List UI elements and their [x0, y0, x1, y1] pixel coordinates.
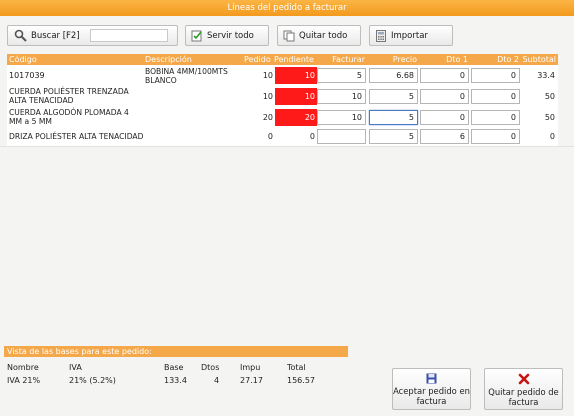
col-dto2[interactable]: Dto 2 [497, 54, 519, 65]
facturar-input[interactable] [317, 129, 366, 144]
cell-pedido: 10 [262, 71, 273, 80]
cell-pendiente: 0 [309, 132, 315, 141]
cell-descripcion: DRIZA POLIÉSTER ALTA TENACIDAD [9, 132, 144, 141]
document-check-icon [191, 30, 202, 41]
search-icon [14, 29, 27, 42]
search-input[interactable] [89, 29, 168, 42]
bases-col-base: Base [164, 363, 184, 372]
aceptar-pedido-label: Aceptar pedido en factura [393, 386, 470, 406]
table-row[interactable]: CUERDA POLIÉSTER TRENZADA ALTA TENACIDAD… [7, 87, 558, 107]
save-icon [426, 373, 437, 384]
dto2-input[interactable]: 0 [471, 89, 520, 104]
bases-col-impu: Impu [240, 363, 261, 372]
facturar-input[interactable]: 10 [317, 89, 366, 104]
col-codigo[interactable]: Código [9, 54, 37, 65]
cell-subtotal: 0 [549, 132, 555, 141]
table-header: Código Descripción Pedido Pendiente Fact… [7, 54, 558, 65]
aceptar-pedido-button[interactable]: Aceptar pedido en factura [392, 368, 471, 410]
dto2-input[interactable]: 0 [471, 110, 520, 125]
col-descripcion[interactable]: Descripción [145, 54, 192, 65]
precio-input[interactable]: 5 [369, 129, 418, 144]
importar-button[interactable]: Importar [369, 25, 453, 46]
facturar-input[interactable]: 10 [317, 110, 366, 125]
cell-pendiente: 10 [275, 88, 317, 105]
cell-pedido: 20 [262, 113, 273, 122]
dto2-input[interactable]: 0 [471, 129, 520, 144]
bases-iva: 21% (5.2%) [69, 376, 116, 385]
cell-descripcion: BOBINA 4MM/100MTS BLANCO [145, 67, 228, 85]
close-icon [518, 373, 529, 385]
bases-col-total: Total [287, 363, 306, 372]
bases-col-dtos: Dtos [201, 363, 220, 372]
col-facturar[interactable]: Facturar [332, 54, 365, 65]
order-lines-table: 1017039 BOBINA 4MM/100MTS BLANCO 10 10 5… [7, 65, 558, 146]
precio-input[interactable]: 5 [369, 89, 418, 104]
cell-descripcion: CUERDA ALGODÓN PLOMADA 4 MM a 5 MM [9, 108, 129, 126]
cell-pedido: 10 [262, 92, 273, 101]
cell-pedido: 0 [267, 132, 273, 141]
dto1-input[interactable]: 6 [420, 129, 469, 144]
quitar-pedido-button[interactable]: Quitar pedido de factura [484, 368, 563, 410]
servir-todo-label: Servir todo [207, 30, 254, 41]
precio-input[interactable]: 6.68 [369, 68, 418, 83]
quitar-todo-button[interactable]: Quitar todo [277, 25, 361, 46]
col-pendiente[interactable]: Pendiente [274, 54, 314, 65]
window-title: Líneas del pedido a facturar [0, 0, 574, 16]
col-subtotal[interactable]: Subtotal [522, 54, 556, 65]
dto1-input[interactable]: 0 [420, 89, 469, 104]
copy-icon [283, 30, 295, 41]
cell-pendiente: 20 [275, 109, 317, 126]
bases-col-nombre: Nombre [7, 363, 39, 372]
bases-dtos: 4 [214, 376, 220, 385]
cell-subtotal: 50 [544, 113, 555, 122]
calculator-icon [376, 29, 386, 42]
dto1-input[interactable]: 0 [420, 68, 469, 83]
quitar-pedido-label: Quitar pedido de factura [488, 387, 559, 407]
table-row[interactable]: 1017039 BOBINA 4MM/100MTS BLANCO 10 10 5… [7, 66, 558, 86]
cell-codigo: 1017039 [9, 71, 45, 80]
cell-descripcion: CUERDA POLIÉSTER TRENZADA ALTA TENACIDAD [9, 87, 129, 105]
dto1-input[interactable]: 0 [420, 110, 469, 125]
col-dto1[interactable]: Dto 1 [446, 54, 468, 65]
bases-impu: 27.17 [240, 376, 263, 385]
table-row[interactable]: CUERDA ALGODÓN PLOMADA 4 MM a 5 MM 20 20… [7, 108, 558, 128]
table-bottom-divider [0, 146, 574, 147]
table-row[interactable]: DRIZA POLIÉSTER ALTA TENACIDAD 0 0 5 6 0… [7, 128, 558, 146]
bases-base: 133.4 [164, 376, 187, 385]
cell-subtotal: 50 [544, 92, 555, 101]
cell-pendiente: 10 [275, 67, 317, 84]
col-precio[interactable]: Precio [393, 54, 417, 65]
dto2-input[interactable]: 0 [471, 68, 520, 83]
quitar-todo-label: Quitar todo [299, 30, 348, 41]
bases-title: Vista de las bases para este pedido: [4, 346, 348, 357]
bases-total: 156.57 [287, 376, 315, 385]
facturar-input[interactable]: 5 [317, 68, 366, 83]
search-button[interactable]: Buscar [F2] [7, 25, 178, 46]
bases-nombre: IVA 21% [7, 376, 41, 385]
col-pedido[interactable]: Pedido [244, 54, 271, 65]
importar-label: Importar [391, 30, 428, 41]
servir-todo-button[interactable]: Servir todo [185, 25, 269, 46]
search-label: Buscar [F2] [31, 30, 80, 41]
cell-subtotal: 33.4 [537, 71, 555, 80]
bases-col-iva: IVA [69, 363, 82, 372]
precio-input-focused[interactable]: 5 [369, 110, 418, 125]
